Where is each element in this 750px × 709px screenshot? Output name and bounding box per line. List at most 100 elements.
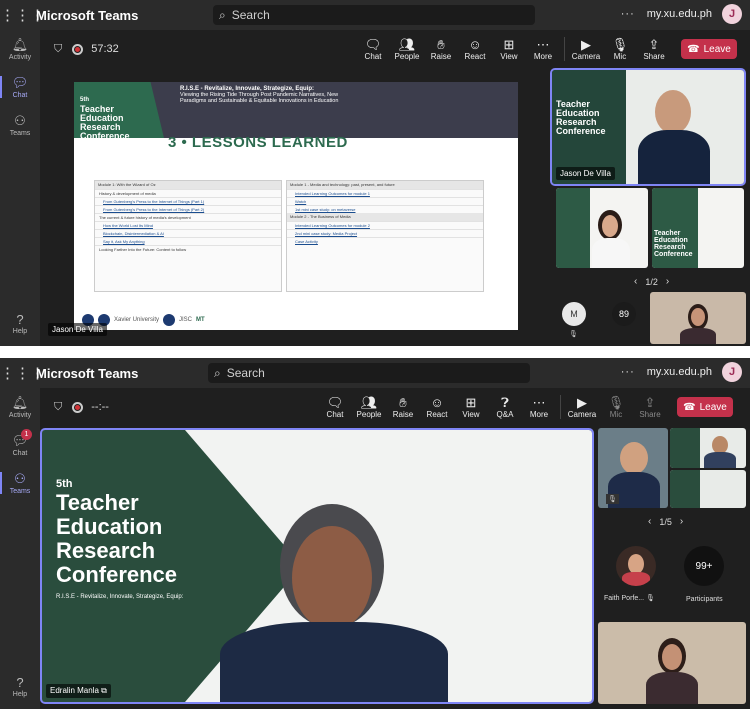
raise-hand-button[interactable]: ✋︎ Raise — [386, 395, 420, 419]
more-button[interactable]: ⋯ More — [522, 395, 556, 419]
chat-button[interactable]: 🗨︎ Chat — [356, 37, 390, 61]
mic-button-label: Mic — [613, 52, 627, 61]
chevron-left-icon[interactable]: ‹ — [648, 516, 651, 527]
module-link[interactable]: From Gutenberg's Press to the Internet o… — [95, 197, 281, 205]
recording-icon — [72, 401, 84, 413]
teams-window-2: ⋮⋮⋮ Microsoft Teams ⌕ Search ··· my.xu.e… — [0, 358, 750, 709]
chat-icon: 💬︎ — [11, 75, 29, 90]
participant-tile-2[interactable]: Teacher Education Research Conference — [652, 188, 744, 268]
xu-logo: Xavier University — [114, 317, 160, 323]
participant-face — [602, 215, 618, 237]
search-box[interactable]: ⌕ Search — [208, 363, 530, 383]
grid-icon: ⊞ — [503, 37, 515, 52]
main-speaker-tile[interactable]: 5th Teacher Education Research Conferenc… — [40, 428, 594, 704]
raise-hand-button[interactable]: ✋︎ Raise — [424, 37, 458, 61]
rise-theme: R.I.S.E - Revitalize, Innovate, Strategi… — [180, 86, 340, 104]
app-rail: 🔔︎ Activity 💬︎ Chat ⚇ Teams ? Help — [0, 30, 40, 346]
leave-button[interactable]: ☎ Leave — [677, 397, 733, 417]
module-link[interactable]: Intended Learning Outcomes for module 1 — [287, 189, 483, 197]
user-avatar[interactable]: J — [722, 362, 742, 382]
rail-activity[interactable]: 🔔︎ Activity — [0, 388, 40, 426]
rail-activity[interactable]: 🔔︎ Activity — [0, 30, 40, 68]
participant-avatar-m[interactable]: M — [562, 302, 586, 326]
rail-help[interactable]: ? Help — [0, 304, 40, 342]
share-icon: ⇪ — [648, 37, 660, 52]
camera-button[interactable]: ▶ Camera — [569, 37, 603, 61]
grid-icon: ⊞ — [465, 395, 477, 410]
app-launcher-icon[interactable]: ⋮⋮⋮ — [0, 6, 45, 24]
mic-button[interactable]: 🎙︎ Mic — [599, 395, 633, 419]
teams-window-1: ⋮⋮⋮ Microsoft Teams ⌕ Search ··· my.xu.e… — [0, 0, 750, 346]
speaker-name-tag: Edralin Manla ⧉ — [46, 684, 111, 698]
tile-banner — [556, 188, 590, 268]
module-link[interactable]: Intended Learning Outcomes for module 2 — [287, 221, 483, 229]
module-header: Module 2 - The Business of Media — [287, 213, 483, 221]
leave-button-label: Leave — [699, 401, 727, 413]
rail-help[interactable]: ? Help — [0, 667, 40, 705]
rail-teams[interactable]: ⚇ Teams — [0, 464, 40, 502]
app-name: Microsoft Teams — [36, 7, 139, 23]
mic-icon: 🎙︎ — [607, 395, 625, 410]
self-body — [646, 672, 698, 704]
overflow-participants[interactable]: 89 — [612, 302, 636, 326]
rail-chat[interactable]: 💬︎ 1 Chat — [0, 426, 40, 464]
people-icon: 👥︎ — [398, 37, 416, 52]
module-link[interactable]: Blockchain, Disintermediation & AI — [95, 229, 281, 237]
module-link[interactable]: Watch — [287, 197, 483, 205]
self-view-tile-2[interactable] — [598, 622, 746, 704]
module-topic: The current & future history of media's … — [95, 213, 281, 221]
rail-teams[interactable]: ⚇ Teams — [0, 106, 40, 144]
chat-button-label: Chat — [326, 410, 344, 419]
more-button[interactable]: ⋯ More — [526, 37, 560, 61]
search-box[interactable]: ⌕ Search — [213, 5, 535, 25]
module-link[interactable]: 1st mini case study: on metaverse — [287, 205, 483, 213]
help-icon: ? — [16, 311, 24, 327]
participant-avatar-faith[interactable] — [616, 546, 656, 586]
leave-button[interactable]: ☎ Leave — [681, 39, 737, 59]
user-avatar[interactable]: J — [722, 4, 742, 24]
app-launcher-icon[interactable]: ⋮⋮⋮ — [0, 364, 45, 382]
view-button[interactable]: ⊞ View — [454, 395, 488, 419]
share-button[interactable]: ⇪ Share — [633, 395, 667, 419]
module-link[interactable]: 2nd mini case study: Media Project — [287, 229, 483, 237]
chevron-right-icon[interactable]: › — [680, 516, 683, 527]
chat-badge: 1 — [21, 429, 32, 440]
rail-activity-label: Activity — [8, 412, 32, 419]
tile-face — [620, 442, 648, 474]
view-button[interactable]: ⊞ View — [492, 37, 526, 61]
mic-button[interactable]: 🎙︎ Mic — [603, 37, 637, 61]
participant-name: Faith Porfe... 🎙︎ — [604, 594, 655, 602]
module-link[interactable]: How the World Lost Its Mind — [95, 221, 281, 229]
shield-icon[interactable]: ⛉ — [54, 43, 62, 56]
rail-chat[interactable]: 💬︎ Chat — [0, 68, 40, 106]
module-link[interactable]: Say it, Ask My Anything — [95, 237, 281, 245]
chevron-left-icon[interactable]: ‹ — [634, 276, 637, 287]
react-button[interactable]: ☺ React — [458, 37, 492, 61]
more-options-icon[interactable]: ··· — [621, 8, 635, 20]
app-rail-2: 🔔︎ Activity 💬︎ 1 Chat ⚇ Teams ? Help — [0, 388, 40, 709]
camera-button[interactable]: ▶ Camera — [565, 395, 599, 419]
speaker-tile[interactable]: Teacher Education Research Conference Ja… — [550, 68, 746, 186]
module-link[interactable]: Case Activity — [287, 237, 483, 245]
teams-icon: ⚇ — [14, 113, 26, 128]
more-options-icon[interactable]: ··· — [621, 366, 635, 378]
react-button[interactable]: ☺ React — [420, 395, 454, 419]
people-button[interactable]: 👥︎ People — [352, 395, 386, 419]
bg-line-3: Research — [56, 538, 156, 563]
gallery-tile-2[interactable] — [670, 428, 746, 468]
gallery-tile-1[interactable]: 🎙︎ — [598, 428, 668, 508]
chat-button[interactable]: 🗨︎ Chat — [318, 395, 352, 419]
people-button[interactable]: 👥︎ People — [390, 37, 424, 61]
participants-overflow[interactable]: 99+ — [684, 546, 724, 586]
chevron-right-icon[interactable]: › — [666, 276, 669, 287]
self-view-tile[interactable] — [650, 292, 746, 344]
share-button[interactable]: ⇪ Share — [637, 37, 671, 61]
module-link[interactable]: From Gutenberg's Press to the Internet o… — [95, 205, 281, 213]
smiley-icon: ☺ — [468, 37, 482, 52]
shield-icon[interactable]: ⛉ — [54, 401, 62, 414]
org-name: my.xu.edu.ph — [646, 366, 712, 378]
participant-tile-1[interactable] — [556, 188, 648, 268]
meeting-timer: 57:32 — [91, 43, 119, 55]
qa-button[interactable]: ❓︎ Q&A — [488, 395, 522, 419]
gallery-tile-3[interactable] — [670, 470, 746, 508]
